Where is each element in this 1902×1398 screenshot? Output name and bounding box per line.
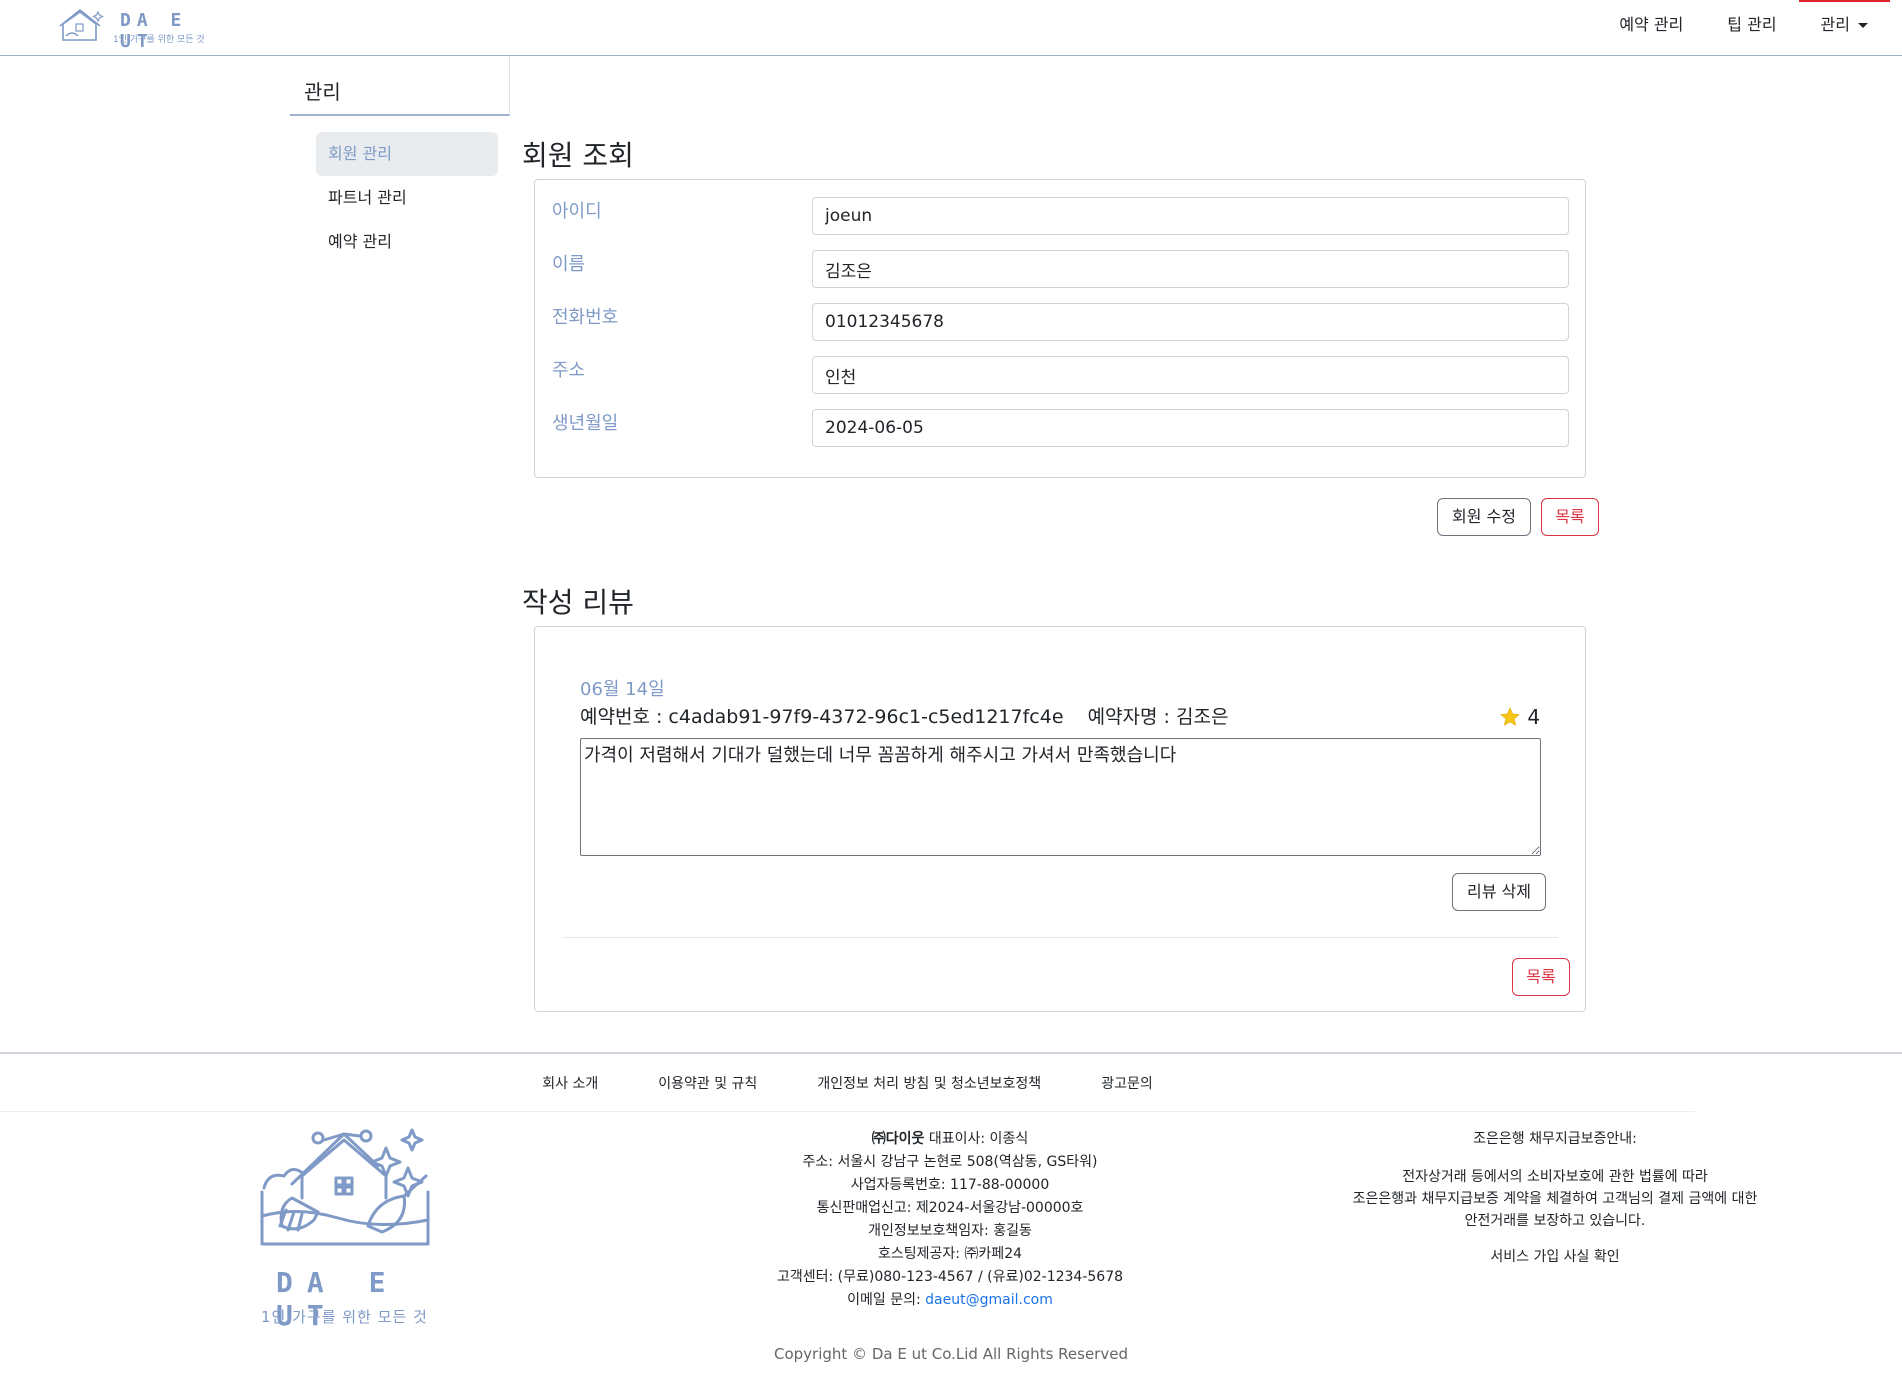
email-link[interactable]: daeut@gmail.com	[925, 1292, 1053, 1308]
review-section-title: 작성 리뷰	[522, 586, 634, 619]
sidebar-title: 관리	[304, 80, 341, 104]
sidebar-item-reservation-management[interactable]: 예약 관리	[316, 220, 498, 264]
review-rating: 4	[1499, 705, 1540, 729]
field-label: 생년월일	[552, 413, 619, 434]
birthdate-field[interactable]	[812, 409, 1569, 447]
company-name: ㈜다이웃	[871, 1131, 925, 1147]
guarantee-title: 조은은행 채무지급보증안내:	[1473, 1131, 1637, 1147]
company-customer-center: 고객센터: (무료)080-123-4567 / (유료)02-1234-567…	[776, 1269, 1124, 1285]
footer-brand-tagline: 1인 가구를 위한 모든 것	[261, 1308, 428, 1326]
review-meta: 예약번호 : c4adab91-97f9-4372-96c1-c5ed1217f…	[580, 702, 1228, 729]
company-commerce-number: 통신판매업신고: 제2024-서울강남-00000호	[816, 1200, 1084, 1216]
sidebar-menu: 회원 관리 파트너 관리 예약 관리	[316, 132, 498, 264]
reservation-number: c4adab91-97f9-4372-96c1-c5ed1217fc4e	[668, 706, 1064, 728]
nav-admin-dropdown[interactable]: 관리	[1798, 0, 1891, 56]
member-field-birthdate: 생년월일	[535, 409, 1585, 449]
top-header: DA E UT 1인 가구를 위한 모든 것 예약 관리 팁 관리 관리	[0, 0, 1902, 56]
copyright: Copyright © Da E ut Co.Lid All Rights Re…	[774, 1345, 1128, 1363]
field-label: 이름	[552, 254, 586, 275]
field-label: 주소	[552, 360, 586, 381]
delete-review-button[interactable]: 리뷰 삭제	[1452, 873, 1546, 911]
caret-down-icon	[1858, 23, 1868, 28]
member-field-phone: 전화번호	[535, 303, 1585, 343]
reservation-label: 예약번호 :	[580, 706, 669, 728]
footer-logo: DA E UT 1인 가구를 위한 모든 것	[258, 1126, 438, 1332]
field-label: 전화번호	[552, 307, 619, 328]
member-field-name: 이름	[535, 250, 1585, 290]
review-divider	[563, 937, 1558, 938]
review-content-textarea[interactable]: 가격이 저렴해서 기대가 덜했는데 너무 꼼꼼하게 해주시고 가셔서 만족했습니…	[580, 738, 1541, 856]
member-field-address: 주소	[535, 356, 1585, 396]
star-icon	[1500, 707, 1520, 726]
address-field[interactable]	[812, 356, 1569, 394]
name-field[interactable]	[812, 250, 1569, 288]
company-privacy-officer: 개인정보보호책임자: 홍길동	[868, 1223, 1032, 1239]
guarantee-line-2: 조은은행과 채무지급보증 계약을 체결하여 고객님의 결제 금액에 대한	[1352, 1191, 1758, 1207]
review-list-button[interactable]: 목록	[1512, 958, 1570, 996]
booker-name: 김조은	[1175, 706, 1229, 728]
id-field[interactable]	[812, 197, 1569, 235]
footer-links: 회사 소개 이용약관 및 규칙 개인정보 처리 방침 및 청소년보호정책 광고문…	[0, 1054, 1695, 1112]
company-address: 주소: 서울시 강남구 논현로 508(역삼동, GS타워)	[802, 1154, 1098, 1170]
guarantee-line-1: 전자상거래 등에서의 소비자보호에 관한 법률에 따라	[1402, 1169, 1708, 1185]
field-label: 아이디	[552, 201, 602, 222]
house-logo-icon	[59, 8, 104, 41]
sidebar-item-member-management[interactable]: 회원 관리	[316, 132, 498, 176]
member-section-title: 회원 조회	[522, 139, 634, 172]
company-ceo: 대표이사: 이종식	[924, 1131, 1029, 1147]
top-nav: 예약 관리 팁 관리 관리	[1597, 0, 1891, 56]
sidebar-header: 관리	[290, 56, 510, 116]
footer-link-about[interactable]: 회사 소개	[542, 1073, 598, 1093]
phone-field[interactable]	[812, 303, 1569, 341]
review-card: 06월 14일 예약번호 : c4adab91-97f9-4372-96c1-c…	[534, 626, 1586, 1012]
brand-name: DA E UT	[120, 10, 188, 52]
service-signup-confirm-link[interactable]: 서비스 가입 사실 확인	[1320, 1246, 1790, 1268]
footer-link-terms[interactable]: 이용약관 및 규칙	[658, 1073, 757, 1093]
nav-tip-management[interactable]: 팁 관리	[1705, 0, 1798, 56]
footer-link-ads[interactable]: 광고문의	[1101, 1073, 1153, 1093]
member-field-id: 아이디	[535, 197, 1585, 237]
brand-logo[interactable]: DA E UT 1인 가구를 위한 모든 것	[58, 6, 228, 52]
member-list-button[interactable]: 목록	[1541, 498, 1599, 536]
payment-guarantee-info: 조은은행 채무지급보증안내: 전자상거래 등에서의 소비자보호에 관한 법률에 …	[1320, 1128, 1790, 1268]
nav-reservation-management[interactable]: 예약 관리	[1597, 0, 1705, 56]
company-info: ㈜다이웃 대표이사: 이종식 주소: 서울시 강남구 논현로 508(역삼동, …	[680, 1128, 1220, 1312]
edit-member-button[interactable]: 회원 수정	[1437, 498, 1531, 536]
guarantee-line-3: 안전거래를 보장하고 있습니다.	[1464, 1213, 1646, 1229]
member-info-card: 아이디 이름 전화번호 주소 생년월일	[534, 179, 1586, 478]
nav-admin-label: 관리	[1820, 15, 1850, 34]
company-business-number: 사업자등록번호: 117-88-00000	[850, 1177, 1050, 1193]
review-date: 06월 14일	[580, 679, 665, 700]
rating-value: 4	[1527, 705, 1541, 729]
footer-link-privacy[interactable]: 개인정보 처리 방침 및 청소년보호정책	[817, 1073, 1041, 1093]
sidebar-item-partner-management[interactable]: 파트너 관리	[316, 176, 498, 220]
booker-label: 예약자명 :	[1087, 706, 1176, 728]
company-hosting: 호스팅제공자: ㈜카페24	[877, 1246, 1023, 1262]
email-label: 이메일 문의:	[847, 1292, 926, 1308]
brand-tagline: 1인 가구를 위한 모든 것	[113, 35, 205, 45]
house-cleaning-logo-icon	[260, 1128, 430, 1246]
